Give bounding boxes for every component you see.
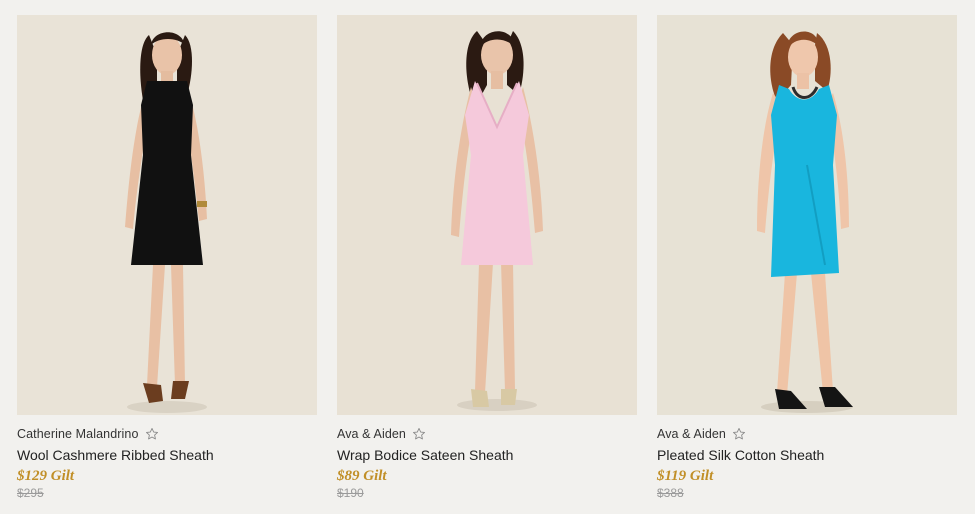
- product-image[interactable]: [657, 15, 957, 415]
- product-card[interactable]: Ava & Aiden Wrap Bodice Sateen Sheath $8…: [337, 15, 637, 501]
- product-grid: Catherine Malandrino Wool Cashmere Ribbe…: [0, 0, 975, 514]
- sale-price: $89 Gilt: [337, 468, 387, 484]
- dress: [771, 85, 839, 277]
- star-outline-icon[interactable]: [732, 427, 746, 441]
- original-price: $295: [17, 486, 44, 500]
- product-image[interactable]: [17, 15, 317, 415]
- product-card[interactable]: Ava & Aiden Pleated Silk Cotton Sheath $…: [657, 15, 957, 501]
- product-card[interactable]: Catherine Malandrino Wool Cashmere Ribbe…: [17, 15, 317, 501]
- original-price: $388: [657, 486, 684, 500]
- product-name[interactable]: Pleated Silk Cotton Sheath: [657, 447, 957, 464]
- original-price: $190: [337, 486, 364, 500]
- product-name[interactable]: Wool Cashmere Ribbed Sheath: [17, 447, 317, 464]
- sale-price: $129 Gilt: [17, 468, 75, 484]
- dress: [131, 81, 203, 265]
- brand-name[interactable]: Ava & Aiden: [657, 427, 726, 441]
- star-outline-icon[interactable]: [145, 427, 159, 441]
- brand-name[interactable]: Catherine Malandrino: [17, 427, 139, 441]
- brand-name[interactable]: Ava & Aiden: [337, 427, 406, 441]
- sale-price: $119 Gilt: [657, 468, 714, 484]
- product-image[interactable]: [337, 15, 637, 415]
- product-name[interactable]: Wrap Bodice Sateen Sheath: [337, 447, 637, 464]
- star-outline-icon[interactable]: [412, 427, 426, 441]
